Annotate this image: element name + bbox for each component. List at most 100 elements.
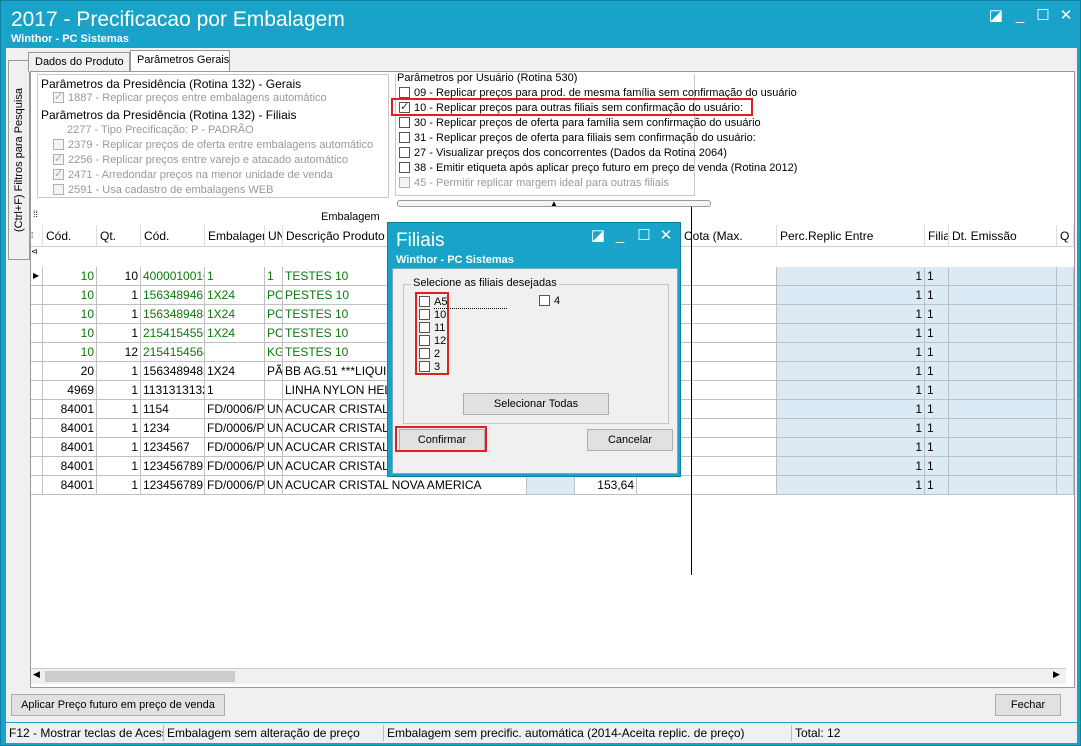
table-cell[interactable]: 1234 — [141, 419, 205, 438]
table-cell[interactable]: 1563489482 — [141, 362, 205, 381]
table-cell[interactable]: FD/0006/P — [205, 400, 265, 419]
row-indicator[interactable] — [31, 286, 43, 305]
row-indicator[interactable] — [31, 305, 43, 324]
table-cell[interactable] — [949, 267, 1057, 286]
table-cell[interactable] — [949, 343, 1057, 362]
table-cell[interactable]: 84001 — [43, 419, 97, 438]
table-cell[interactable]: PC — [265, 324, 283, 343]
table-cell[interactable]: 10 — [97, 267, 141, 286]
table-cell[interactable]: UN — [265, 438, 283, 457]
table-cell[interactable]: KG — [265, 343, 283, 362]
table-cell[interactable]: 2154154556 — [141, 324, 205, 343]
table-cell[interactable] — [1057, 343, 1074, 362]
table-cell[interactable]: 1 — [925, 457, 949, 476]
table-cell[interactable] — [1057, 286, 1074, 305]
table-cell[interactable] — [949, 305, 1057, 324]
param-30[interactable]: 30 - Replicar preços de oferta para famí… — [399, 117, 761, 129]
table-cell[interactable] — [1057, 476, 1074, 495]
table-cell[interactable]: 1563489488 — [141, 305, 205, 324]
table-cell[interactable] — [949, 438, 1057, 457]
table-cell[interactable]: PC — [265, 305, 283, 324]
table-cell[interactable] — [1057, 457, 1074, 476]
table-cell[interactable]: UN — [265, 419, 283, 438]
table-cell[interactable] — [1057, 362, 1074, 381]
checkbox[interactable] — [539, 295, 550, 306]
table-cell[interactable] — [949, 286, 1057, 305]
table-cell[interactable] — [1057, 267, 1074, 286]
table-cell[interactable]: 1 — [777, 419, 925, 438]
table-cell[interactable]: 84001 — [43, 400, 97, 419]
table-cell[interactable]: 10 — [43, 305, 97, 324]
col-un[interactable]: UN — [265, 225, 283, 247]
col-filial[interactable]: Filial — [925, 225, 949, 247]
table-cell[interactable]: 1 — [97, 381, 141, 400]
table-cell[interactable] — [1057, 438, 1074, 457]
table-cell[interactable]: 1X24 — [205, 286, 265, 305]
table-cell[interactable]: 1 — [97, 286, 141, 305]
table-cell[interactable]: 1 — [205, 381, 265, 400]
table-cell[interactable]: UN — [265, 476, 283, 495]
filters-side-tab[interactable]: (Ctrl+F) Filtros para Pesquisa — [8, 60, 30, 260]
table-cell[interactable]: 1 — [777, 381, 925, 400]
table-cell[interactable] — [949, 476, 1057, 495]
table-cell[interactable] — [1057, 305, 1074, 324]
column-chooser-icon[interactable]: ⁞⁞ — [33, 209, 38, 219]
table-cell[interactable]: 1 — [97, 305, 141, 324]
table-cell[interactable]: 1 — [925, 343, 949, 362]
checkbox[interactable] — [399, 147, 410, 158]
table-cell[interactable]: UN — [265, 457, 283, 476]
table-cell[interactable]: 1 — [777, 476, 925, 495]
table-cell[interactable]: 1 — [925, 419, 949, 438]
table-cell[interactable]: 1 — [97, 476, 141, 495]
col-qt-unit[interactable]: Qt. Unit — [97, 225, 141, 247]
table-cell[interactable]: 1563489465 — [141, 286, 205, 305]
table-cell[interactable]: 1X24 — [205, 324, 265, 343]
table-cell[interactable] — [949, 400, 1057, 419]
table-cell[interactable]: 12 — [97, 343, 141, 362]
table-cell[interactable]: 1131313132 — [141, 381, 205, 400]
table-cell[interactable]: 1 — [97, 324, 141, 343]
table-cell[interactable]: 1 — [777, 286, 925, 305]
col-q[interactable]: Q — [1057, 225, 1074, 247]
table-cell[interactable]: UN — [265, 400, 283, 419]
table-cell[interactable] — [1057, 381, 1074, 400]
checkbox[interactable] — [399, 87, 410, 98]
tab-product-data[interactable]: Dados do Produto — [28, 52, 130, 72]
horizontal-scrollbar[interactable]: ◀ ▶ — [31, 668, 1066, 684]
table-cell[interactable] — [1057, 324, 1074, 343]
cancel-button[interactable]: Cancelar — [587, 429, 673, 451]
param-27[interactable]: 27 - Visualizar preços dos concorrentes … — [399, 147, 727, 159]
checkbox[interactable] — [399, 132, 410, 143]
table-cell[interactable]: ACUCAR CRISTAL NOVA AMERICA — [283, 476, 527, 495]
select-all-button[interactable]: Selecionar Todas — [463, 393, 609, 415]
dialog-minimize-icon[interactable]: _ — [610, 227, 630, 245]
checkbox[interactable] — [399, 162, 410, 173]
table-cell[interactable]: 10 — [43, 324, 97, 343]
table-cell[interactable]: 10 — [43, 267, 97, 286]
col-cod-barras[interactable]: Cód. Barras — [141, 225, 205, 247]
table-cell[interactable]: 1 — [925, 324, 949, 343]
table-cell[interactable]: 1 — [925, 305, 949, 324]
row-pointer-icon[interactable]: ▶ — [31, 267, 43, 286]
col-dt-emissao[interactable]: Dt. Emissão Etiqueta — [949, 225, 1057, 247]
col-cod-prod[interactable]: Cód. Prod — [43, 225, 97, 247]
table-cell[interactable]: 1154 — [141, 400, 205, 419]
header-menu-icon[interactable]: ⁞ — [31, 225, 43, 247]
filter-row-icon[interactable]: ⊲ — [31, 247, 43, 267]
table-cell[interactable] — [205, 343, 265, 362]
row-indicator[interactable] — [31, 400, 43, 419]
collapse-splitter[interactable]: ▲ — [397, 200, 711, 208]
table-cell[interactable]: 1 — [777, 305, 925, 324]
row-indicator[interactable] — [31, 457, 43, 476]
table-cell[interactable]: PÃ — [265, 362, 283, 381]
tab-general-params[interactable]: Parâmetros Gerais — [130, 50, 230, 72]
dialog-close-icon[interactable]: ✕ — [656, 227, 676, 245]
table-cell[interactable]: PC — [265, 286, 283, 305]
table-cell[interactable]: 4000010010 — [141, 267, 205, 286]
table-cell[interactable]: 1 — [777, 362, 925, 381]
table-cell[interactable]: 1 — [925, 438, 949, 457]
table-cell[interactable]: 1 — [777, 400, 925, 419]
table-cell[interactable]: 123456789 — [141, 457, 205, 476]
table-cell[interactable]: 1 — [97, 457, 141, 476]
table-cell[interactable]: 10 — [43, 286, 97, 305]
